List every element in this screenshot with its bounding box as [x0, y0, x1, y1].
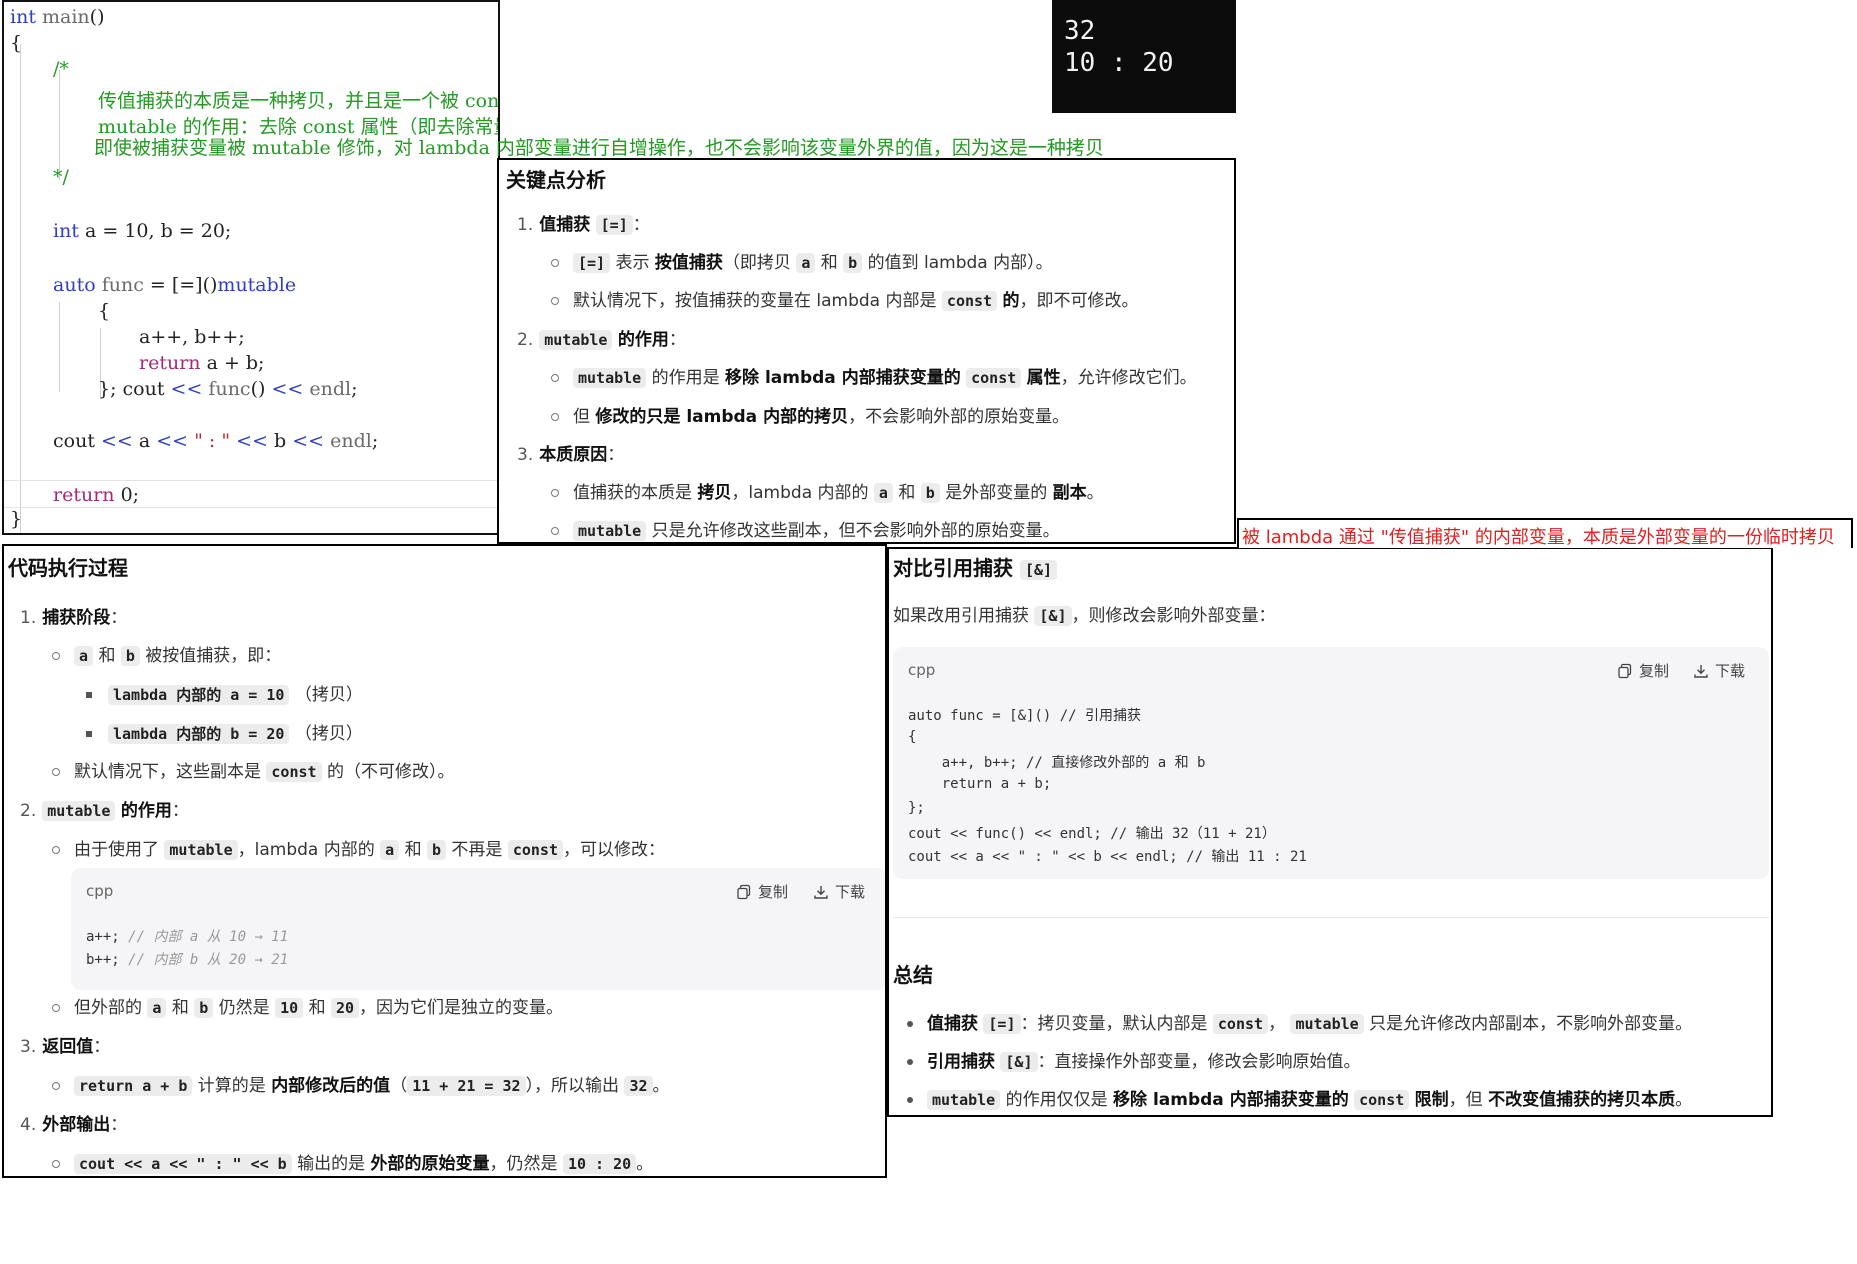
- code-line-main: int main(): [10, 6, 105, 28]
- code-line: {: [98, 300, 111, 322]
- exec-step-1: 1. 捕获阶段：: [20, 608, 128, 628]
- key-points-panel: 关键点分析 1. 值捕获 [=]： [=] 表示 按值捕获（即拷贝 a 和 b 的…: [497, 158, 1236, 544]
- copy-icon: [737, 884, 751, 899]
- key-item-2: 2. mutable 的作用：: [517, 330, 686, 350]
- indent-guide: [59, 302, 60, 392]
- key-points-title: 关键点分析: [506, 168, 606, 192]
- summary-item: 引用捕获 [&] ：直接操作外部变量，修改会影响原始值。: [907, 1047, 1361, 1072]
- key-item-1-sub-1: [=] 表示 按值捕获（即拷贝 a 和 b 的值到 lambda 内部）。: [551, 248, 1053, 273]
- code-block-mutable: cpp 复制 下载 a++; // 内部 a 从 10 → 11 b++; //…: [71, 868, 885, 990]
- code-comment-line-1: 传值捕获的本质是一种拷贝，并且是一个被 const 修饰的变量: [98, 90, 500, 112]
- code-line: cout << func() << endl; // 输出 32（11 + 21…: [908, 826, 1276, 842]
- red-annotation: 被 lambda 通过 "传值捕获" 的内部变量，本质是外部变量的一份临时拷贝: [1237, 518, 1853, 548]
- exec-step-3: 3. 返回值：: [20, 1037, 111, 1057]
- exec-step-4: 4. 外部输出：: [20, 1115, 128, 1135]
- code-line: {: [908, 729, 917, 745]
- key-item-1: 1. 值捕获 [=]：: [517, 215, 650, 235]
- code-editor-panel: int main() { /* 传值捕获的本质是一种拷贝，并且是一个被 cons…: [2, 0, 500, 535]
- exec-step-2-line-2: 但外部的 a 和 b 仍然是 10 和 20 ，因为它们是独立的变量。: [52, 993, 563, 1018]
- code-line: a++; // 内部 a 从 10 → 11: [86, 929, 289, 945]
- exec-step-1-line-3: lambda 内部的 b = 20 （拷贝）: [86, 719, 363, 744]
- code-line: auto func = [&]() // 引用捕获: [908, 708, 1142, 724]
- summary-item: 值捕获 [=] ：拷贝变量，默认内部是 const， mutable 只是允许修改…: [907, 1009, 1692, 1034]
- exec-step-4-line-1: cout << a << " : " << b 输出的是 外部的原始变量，仍然是…: [52, 1149, 653, 1174]
- key-item-2-sub-2: 但 修改的只是 lambda 内部的拷贝，不会影响外部的原始变量。: [551, 402, 1069, 427]
- code-block-reference: cpp 复制 下载 auto func = [&]() // 引用捕获 { a+…: [893, 647, 1769, 879]
- copy-icon: [1618, 663, 1632, 678]
- exec-step-1-line-4: 默认情况下，这些副本是 const 的（不可修改）。: [52, 757, 454, 782]
- code-language-label: cpp: [86, 882, 114, 900]
- exec-step-1-line-2: lambda 内部的 a = 10 （拷贝）: [86, 680, 363, 705]
- compare-reference-panel: 对比引用捕获 [&] 如果改用引用捕获 [&] ，则修改会影响外部变量： cpp …: [887, 547, 1773, 1117]
- exec-step-2-line-1: 由于使用了 mutable ，lambda 内部的 a 和 b 不再是 const…: [52, 835, 665, 860]
- summary-title: 总结: [893, 963, 933, 987]
- download-icon: [1694, 664, 1708, 678]
- download-button[interactable]: 下载: [1693, 660, 1745, 681]
- copy-button[interactable]: 复制: [736, 881, 788, 902]
- key-item-2-sub-1: mutable 的作用是 移除 lambda 内部捕获变量的 const 属性，…: [551, 363, 1197, 388]
- code-line: a++, b++; // 直接修改外部的 a 和 b: [908, 755, 1206, 771]
- exec-step-1-line-1: a 和 b 被按值捕获，即：: [52, 641, 281, 666]
- key-item-3-sub-2: mutable 只是允许修改这些副本，但不会影响外部的原始变量。: [551, 516, 1060, 541]
- code-line-comment-end: */: [53, 166, 69, 188]
- code-line: return a + b;: [908, 776, 1052, 792]
- indent-guide: [20, 44, 21, 533]
- key-item-3-sub-1: 值捕获的本质是 拷贝，lambda 内部的 a 和 b 是外部变量的 副本。: [551, 478, 1104, 503]
- compare-intro: 如果改用引用捕获 [&] ，则修改会影响外部变量：: [893, 606, 1276, 626]
- code-line-incr: a++, b++;: [139, 326, 245, 348]
- code-line-cout: cout << a << " : " << b << endl;: [53, 430, 379, 452]
- compare-title: 对比引用捕获 [&]: [893, 552, 1058, 581]
- execution-process-panel: 代码执行过程 1. 捕获阶段： a 和 b 被按值捕获，即： lambda 内部的…: [2, 544, 887, 1178]
- copy-button[interactable]: 复制: [1617, 660, 1669, 681]
- exec-step-3-line-1: return a + b 计算的是 内部修改后的值（ 11 + 21 = 32），…: [52, 1071, 670, 1096]
- key-item-3: 3. 本质原因：: [517, 445, 625, 465]
- download-icon: [814, 885, 828, 899]
- exec-step-2: 2. mutable 的作用：: [20, 801, 189, 821]
- summary-item: mutable 的作用仅仅是 移除 lambda 内部捕获变量的 const 限…: [907, 1085, 1692, 1110]
- code-line: cout << a << " : " << b << endl; // 输出 1…: [908, 849, 1307, 865]
- code-line-return: return a + b;: [139, 352, 265, 374]
- code-language-label: cpp: [908, 661, 936, 679]
- download-button[interactable]: 下载: [813, 881, 865, 902]
- exec-title: 代码执行过程: [8, 556, 128, 580]
- code-line: b++; // 内部 b 从 20 → 21: [86, 952, 289, 968]
- code-line-cout-func: }; cout << func() << endl;: [98, 378, 358, 400]
- divider: [893, 917, 1769, 918]
- console-line: 10 : 20: [1064, 48, 1174, 78]
- code-line-decl: int a = 10, b = 20;: [53, 220, 232, 242]
- code-line: };: [908, 800, 925, 816]
- console-output: 32 10 : 20: [1052, 0, 1236, 113]
- code-line-lambda: auto func = [=]()mutable: [53, 274, 297, 296]
- code-line: {: [10, 32, 23, 54]
- key-item-1-sub-2: 默认情况下，按值捕获的变量在 lambda 内部是 const 的，即不可修改。: [551, 286, 1138, 311]
- code-line-comment: /*: [53, 58, 69, 80]
- console-line: 32: [1064, 16, 1096, 46]
- code-line: }: [10, 508, 23, 530]
- indent-guide: [59, 70, 60, 180]
- code-comment-line-3: 即使被捕获变量被 mutable 修饰，对 lambda 内部变量进行自增操作，…: [94, 137, 1104, 159]
- code-line-return0: return 0;: [53, 484, 140, 506]
